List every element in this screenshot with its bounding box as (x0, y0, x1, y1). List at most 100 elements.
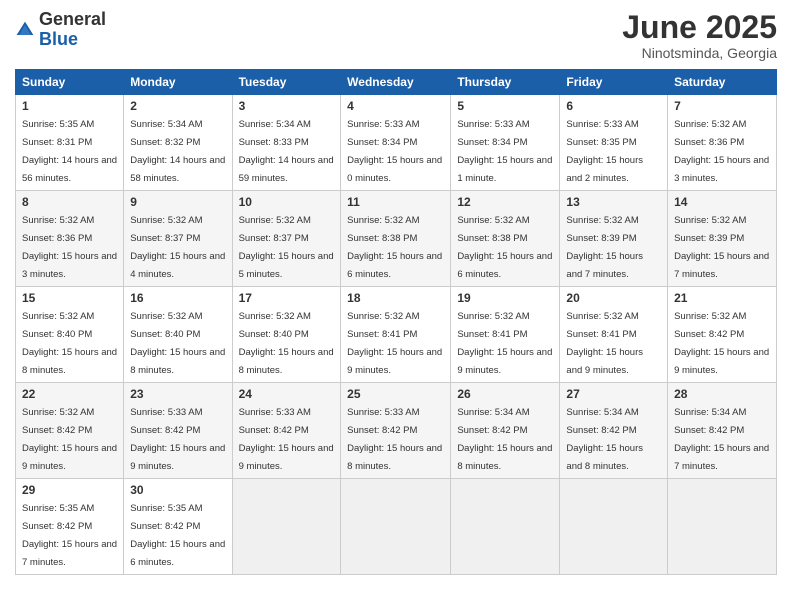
table-row (341, 479, 451, 575)
day-number: 18 (347, 291, 444, 305)
day-number: 11 (347, 195, 444, 209)
day-info: Sunrise: 5:32 AMSunset: 8:42 PMDaylight:… (22, 407, 117, 472)
day-info: Sunrise: 5:35 AMSunset: 8:31 PMDaylight:… (22, 119, 117, 184)
table-row: 24Sunrise: 5:33 AMSunset: 8:42 PMDayligh… (232, 383, 341, 479)
day-number: 13 (566, 195, 661, 209)
header: General Blue June 2025 Ninotsminda, Geor… (15, 10, 777, 61)
table-row: 17 Sunrise: 5:32 AMSunset: 8:40 PMDayligh… (232, 287, 341, 383)
header-thursday: Thursday (451, 70, 560, 95)
table-row: 2Sunrise: 5:34 AMSunset: 8:32 PMDaylight… (124, 95, 232, 191)
week-row: 8Sunrise: 5:32 AMSunset: 8:36 PMDaylight… (16, 191, 777, 287)
day-number: 24 (239, 387, 335, 401)
table-row: 22 Sunrise: 5:32 AMSunset: 8:42 PMDayligh… (16, 383, 124, 479)
day-number: 23 (130, 387, 225, 401)
day-info: Sunrise: 5:32 AMSunset: 8:37 PMDaylight:… (130, 215, 225, 280)
week-row: 22 Sunrise: 5:32 AMSunset: 8:42 PMDayligh… (16, 383, 777, 479)
day-info: Sunrise: 5:33 AMSunset: 8:34 PMDaylight:… (347, 119, 442, 184)
week-row: 15 Sunrise: 5:32 AMSunset: 8:40 PMDayligh… (16, 287, 777, 383)
day-info: Sunrise: 5:32 AMSunset: 8:40 PMDaylight:… (130, 311, 225, 376)
day-number: 19 (457, 291, 553, 305)
table-row (232, 479, 341, 575)
table-row (560, 479, 668, 575)
logo: General Blue (15, 10, 106, 50)
table-row: 9Sunrise: 5:32 AMSunset: 8:37 PMDaylight… (124, 191, 232, 287)
day-info: Sunrise: 5:33 AMSunset: 8:42 PMDaylight:… (347, 407, 442, 472)
day-info: Sunrise: 5:33 AMSunset: 8:35 PMDaylight:… (566, 119, 643, 184)
day-number: 10 (239, 195, 335, 209)
table-row: 25Sunrise: 5:33 AMSunset: 8:42 PMDayligh… (341, 383, 451, 479)
table-row: 18 Sunrise: 5:32 AMSunset: 8:41 PMDayligh… (341, 287, 451, 383)
day-number: 4 (347, 99, 444, 113)
calendar-page: General Blue June 2025 Ninotsminda, Geor… (0, 0, 792, 612)
table-row (451, 479, 560, 575)
week-row: 1 Sunrise: 5:35 AMSunset: 8:31 PMDaylight… (16, 95, 777, 191)
week-row: 29 Sunrise: 5:35 AMSunset: 8:42 PMDayligh… (16, 479, 777, 575)
day-info: Sunrise: 5:32 AMSunset: 8:40 PMDaylight:… (22, 311, 117, 376)
table-row: 11Sunrise: 5:32 AMSunset: 8:38 PMDayligh… (341, 191, 451, 287)
header-tuesday: Tuesday (232, 70, 341, 95)
logo-general: General (39, 9, 106, 29)
table-row: 26 Sunrise: 5:34 AMSunset: 8:42 PMDayligh… (451, 383, 560, 479)
day-number: 1 (22, 99, 117, 113)
day-info: Sunrise: 5:32 AMSunset: 8:40 PMDaylight:… (239, 311, 334, 376)
table-row: 12 Sunrise: 5:32 AMSunset: 8:38 PMDayligh… (451, 191, 560, 287)
day-number: 12 (457, 195, 553, 209)
day-info: Sunrise: 5:32 AMSunset: 8:41 PMDaylight:… (566, 311, 643, 376)
day-number: 20 (566, 291, 661, 305)
day-number: 29 (22, 483, 117, 497)
day-info: Sunrise: 5:33 AMSunset: 8:34 PMDaylight:… (457, 119, 552, 184)
table-row: 29 Sunrise: 5:35 AMSunset: 8:42 PMDayligh… (16, 479, 124, 575)
day-number: 16 (130, 291, 225, 305)
day-number: 7 (674, 99, 770, 113)
table-row: 27 Sunrise: 5:34 AMSunset: 8:42 PMDayligh… (560, 383, 668, 479)
day-info: Sunrise: 5:34 AMSunset: 8:33 PMDaylight:… (239, 119, 334, 184)
day-number: 3 (239, 99, 335, 113)
calendar-table: Sunday Monday Tuesday Wednesday Thursday… (15, 69, 777, 575)
table-row: 20 Sunrise: 5:32 AMSunset: 8:41 PMDayligh… (560, 287, 668, 383)
day-info: Sunrise: 5:34 AMSunset: 8:42 PMDaylight:… (457, 407, 552, 472)
day-info: Sunrise: 5:32 AMSunset: 8:39 PMDaylight:… (566, 215, 643, 280)
day-number: 6 (566, 99, 661, 113)
table-row: 4 Sunrise: 5:33 AMSunset: 8:34 PMDaylight… (341, 95, 451, 191)
day-info: Sunrise: 5:33 AMSunset: 8:42 PMDaylight:… (130, 407, 225, 472)
table-row: 1 Sunrise: 5:35 AMSunset: 8:31 PMDaylight… (16, 95, 124, 191)
title-section: June 2025 Ninotsminda, Georgia (622, 10, 777, 61)
day-number: 22 (22, 387, 117, 401)
table-row: 19Sunrise: 5:32 AMSunset: 8:41 PMDayligh… (451, 287, 560, 383)
header-friday: Friday (560, 70, 668, 95)
day-number: 17 (239, 291, 335, 305)
table-row: 8Sunrise: 5:32 AMSunset: 8:36 PMDaylight… (16, 191, 124, 287)
day-info: Sunrise: 5:32 AMSunset: 8:36 PMDaylight:… (674, 119, 769, 184)
day-number: 15 (22, 291, 117, 305)
day-number: 28 (674, 387, 770, 401)
day-number: 2 (130, 99, 225, 113)
table-row: 3 Sunrise: 5:34 AMSunset: 8:33 PMDaylight… (232, 95, 341, 191)
day-info: Sunrise: 5:34 AMSunset: 8:42 PMDaylight:… (674, 407, 769, 472)
table-row (668, 479, 777, 575)
day-number: 27 (566, 387, 661, 401)
day-number: 5 (457, 99, 553, 113)
day-info: Sunrise: 5:32 AMSunset: 8:38 PMDaylight:… (457, 215, 552, 280)
day-number: 26 (457, 387, 553, 401)
table-row: 13 Sunrise: 5:32 AMSunset: 8:39 PMDayligh… (560, 191, 668, 287)
table-row: 10 Sunrise: 5:32 AMSunset: 8:37 PMDayligh… (232, 191, 341, 287)
table-row: 7 Sunrise: 5:32 AMSunset: 8:36 PMDaylight… (668, 95, 777, 191)
table-row: 21Sunrise: 5:32 AMSunset: 8:42 PMDayligh… (668, 287, 777, 383)
table-row: 23 Sunrise: 5:33 AMSunset: 8:42 PMDayligh… (124, 383, 232, 479)
table-row: 16 Sunrise: 5:32 AMSunset: 8:40 PMDayligh… (124, 287, 232, 383)
day-info: Sunrise: 5:32 AMSunset: 8:41 PMDaylight:… (347, 311, 442, 376)
day-number: 30 (130, 483, 225, 497)
table-row: 5 Sunrise: 5:33 AMSunset: 8:34 PMDaylight… (451, 95, 560, 191)
day-info: Sunrise: 5:32 AMSunset: 8:37 PMDaylight:… (239, 215, 334, 280)
table-row: 30 Sunrise: 5:35 AMSunset: 8:42 PMDayligh… (124, 479, 232, 575)
day-info: Sunrise: 5:32 AMSunset: 8:42 PMDaylight:… (674, 311, 769, 376)
logo-icon (15, 20, 35, 40)
day-info: Sunrise: 5:34 AMSunset: 8:42 PMDaylight:… (566, 407, 643, 472)
day-info: Sunrise: 5:35 AMSunset: 8:42 PMDaylight:… (130, 503, 225, 568)
day-info: Sunrise: 5:35 AMSunset: 8:42 PMDaylight:… (22, 503, 117, 568)
header-saturday: Saturday (668, 70, 777, 95)
day-info: Sunrise: 5:32 AMSunset: 8:39 PMDaylight:… (674, 215, 769, 280)
location: Ninotsminda, Georgia (622, 45, 777, 61)
table-row: 15 Sunrise: 5:32 AMSunset: 8:40 PMDayligh… (16, 287, 124, 383)
day-number: 14 (674, 195, 770, 209)
